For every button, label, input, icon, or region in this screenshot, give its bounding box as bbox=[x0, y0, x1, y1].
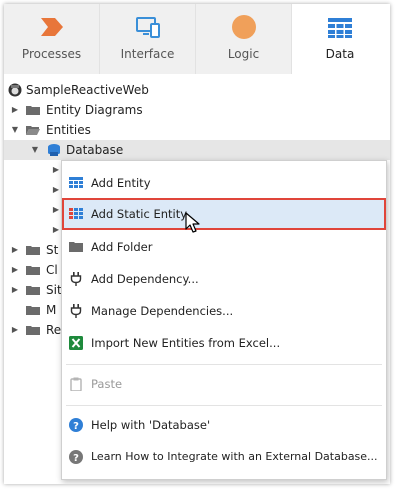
menu-item-label: Paste bbox=[91, 377, 123, 391]
tab-processes[interactable]: Processes bbox=[4, 4, 100, 74]
svg-text:?: ? bbox=[73, 421, 79, 432]
tab-label: Processes bbox=[21, 47, 82, 61]
chevron-right-icon[interactable]: ▶ bbox=[51, 220, 61, 240]
interface-icon bbox=[135, 17, 160, 38]
tab-label: Interface bbox=[120, 47, 175, 61]
folder-icon bbox=[26, 326, 40, 335]
clipboard-icon bbox=[70, 377, 82, 391]
tree-item-label: Cl bbox=[46, 263, 58, 277]
menu-item-paste[interactable]: Paste bbox=[62, 368, 386, 400]
menu-separator bbox=[66, 405, 382, 406]
static-entity-icon bbox=[69, 208, 83, 219]
excel-icon bbox=[69, 336, 83, 350]
chevron-right-icon[interactable]: ▶ bbox=[10, 260, 20, 280]
menu-item-label: Learn How to Integrate with an External … bbox=[91, 450, 378, 463]
tree-item-label: Re bbox=[46, 323, 62, 337]
data-icon bbox=[328, 18, 352, 38]
menu-separator bbox=[66, 364, 382, 365]
menu-item-learn-external-database[interactable]: ? Learn How to Integrate with an Externa… bbox=[62, 441, 386, 473]
menu-item-label: Import New Entities from Excel... bbox=[91, 336, 281, 350]
chevron-right-icon[interactable]: ▶ bbox=[10, 100, 20, 120]
menu-item-label: Manage Dependencies... bbox=[91, 304, 234, 318]
help-icon: ? bbox=[69, 450, 83, 464]
database-icon bbox=[48, 144, 60, 156]
menu-item-add-folder[interactable]: Add Folder bbox=[62, 231, 386, 263]
chevron-right-icon[interactable]: ▶ bbox=[51, 160, 61, 180]
folder-icon bbox=[26, 106, 40, 115]
chevron-down-icon[interactable]: ▼ bbox=[30, 140, 40, 160]
chevron-down-icon[interactable]: ▼ bbox=[10, 120, 20, 140]
chevron-right-icon[interactable]: ▶ bbox=[51, 180, 61, 200]
tree-item-label: M bbox=[46, 303, 57, 317]
tree-item-label: Entity Diagrams bbox=[46, 103, 143, 117]
plug-icon bbox=[70, 272, 82, 286]
folder-icon bbox=[26, 266, 40, 275]
tab-interface[interactable]: Interface bbox=[100, 4, 196, 74]
chevron-right-icon[interactable]: ▶ bbox=[10, 280, 20, 300]
chevron-right-icon[interactable]: ▶ bbox=[51, 200, 61, 220]
help-icon: ? bbox=[69, 418, 83, 432]
menu-item-import-from-excel[interactable]: Import New Entities from Excel... bbox=[62, 327, 386, 359]
plug-icon bbox=[70, 304, 82, 318]
tree-item-database[interactable]: ▼ Database bbox=[4, 140, 390, 160]
tree-root-label: SampleReactiveWeb bbox=[26, 83, 149, 97]
menu-item-label: Add Static Entity bbox=[91, 207, 188, 221]
tab-label: Logic bbox=[227, 47, 260, 61]
svg-text:?: ? bbox=[73, 453, 79, 464]
context-menu: Add Entity Add Static Entity Add Folder … bbox=[61, 160, 387, 480]
logic-icon bbox=[231, 15, 256, 39]
service-studio-panel: Processes Interface Logic Data SampleRea… bbox=[4, 4, 390, 484]
tree-item-label: St bbox=[46, 243, 59, 257]
menu-item-add-static-entity[interactable]: Add Static Entity bbox=[62, 198, 386, 230]
tab-data[interactable]: Data bbox=[292, 4, 388, 74]
folder-icon bbox=[26, 246, 40, 255]
processes-icon bbox=[40, 18, 63, 36]
tree-item-label: Entities bbox=[46, 123, 91, 137]
entity-grid-icon bbox=[69, 177, 83, 188]
menu-item-help-database[interactable]: ? Help with 'Database' bbox=[62, 409, 386, 441]
menu-item-manage-dependencies[interactable]: Manage Dependencies... bbox=[62, 295, 386, 327]
folder-icon bbox=[69, 242, 83, 252]
menu-item-label: Add Entity bbox=[91, 176, 151, 190]
folder-icon bbox=[26, 306, 40, 315]
folder-icon bbox=[26, 286, 40, 295]
menu-item-label: Add Folder bbox=[91, 240, 153, 254]
menu-item-add-entity[interactable]: Add Entity bbox=[62, 167, 386, 199]
chevron-right-icon[interactable]: ▶ bbox=[10, 240, 20, 260]
layer-tabs: Processes Interface Logic Data bbox=[4, 4, 390, 74]
menu-item-label: Help with 'Database' bbox=[91, 418, 211, 432]
open-folder-icon bbox=[26, 126, 40, 135]
menu-item-add-dependency[interactable]: Add Dependency... bbox=[62, 263, 386, 295]
app-icon bbox=[8, 83, 22, 97]
mouse-cursor-icon bbox=[185, 212, 200, 233]
tab-logic[interactable]: Logic bbox=[196, 4, 292, 74]
tree-item-label: Sit bbox=[46, 283, 62, 297]
tree-item-label: Database bbox=[66, 143, 124, 157]
chevron-right-icon[interactable]: ▶ bbox=[10, 320, 20, 340]
tab-label: Data bbox=[325, 47, 355, 61]
menu-item-label: Add Dependency... bbox=[91, 272, 199, 286]
